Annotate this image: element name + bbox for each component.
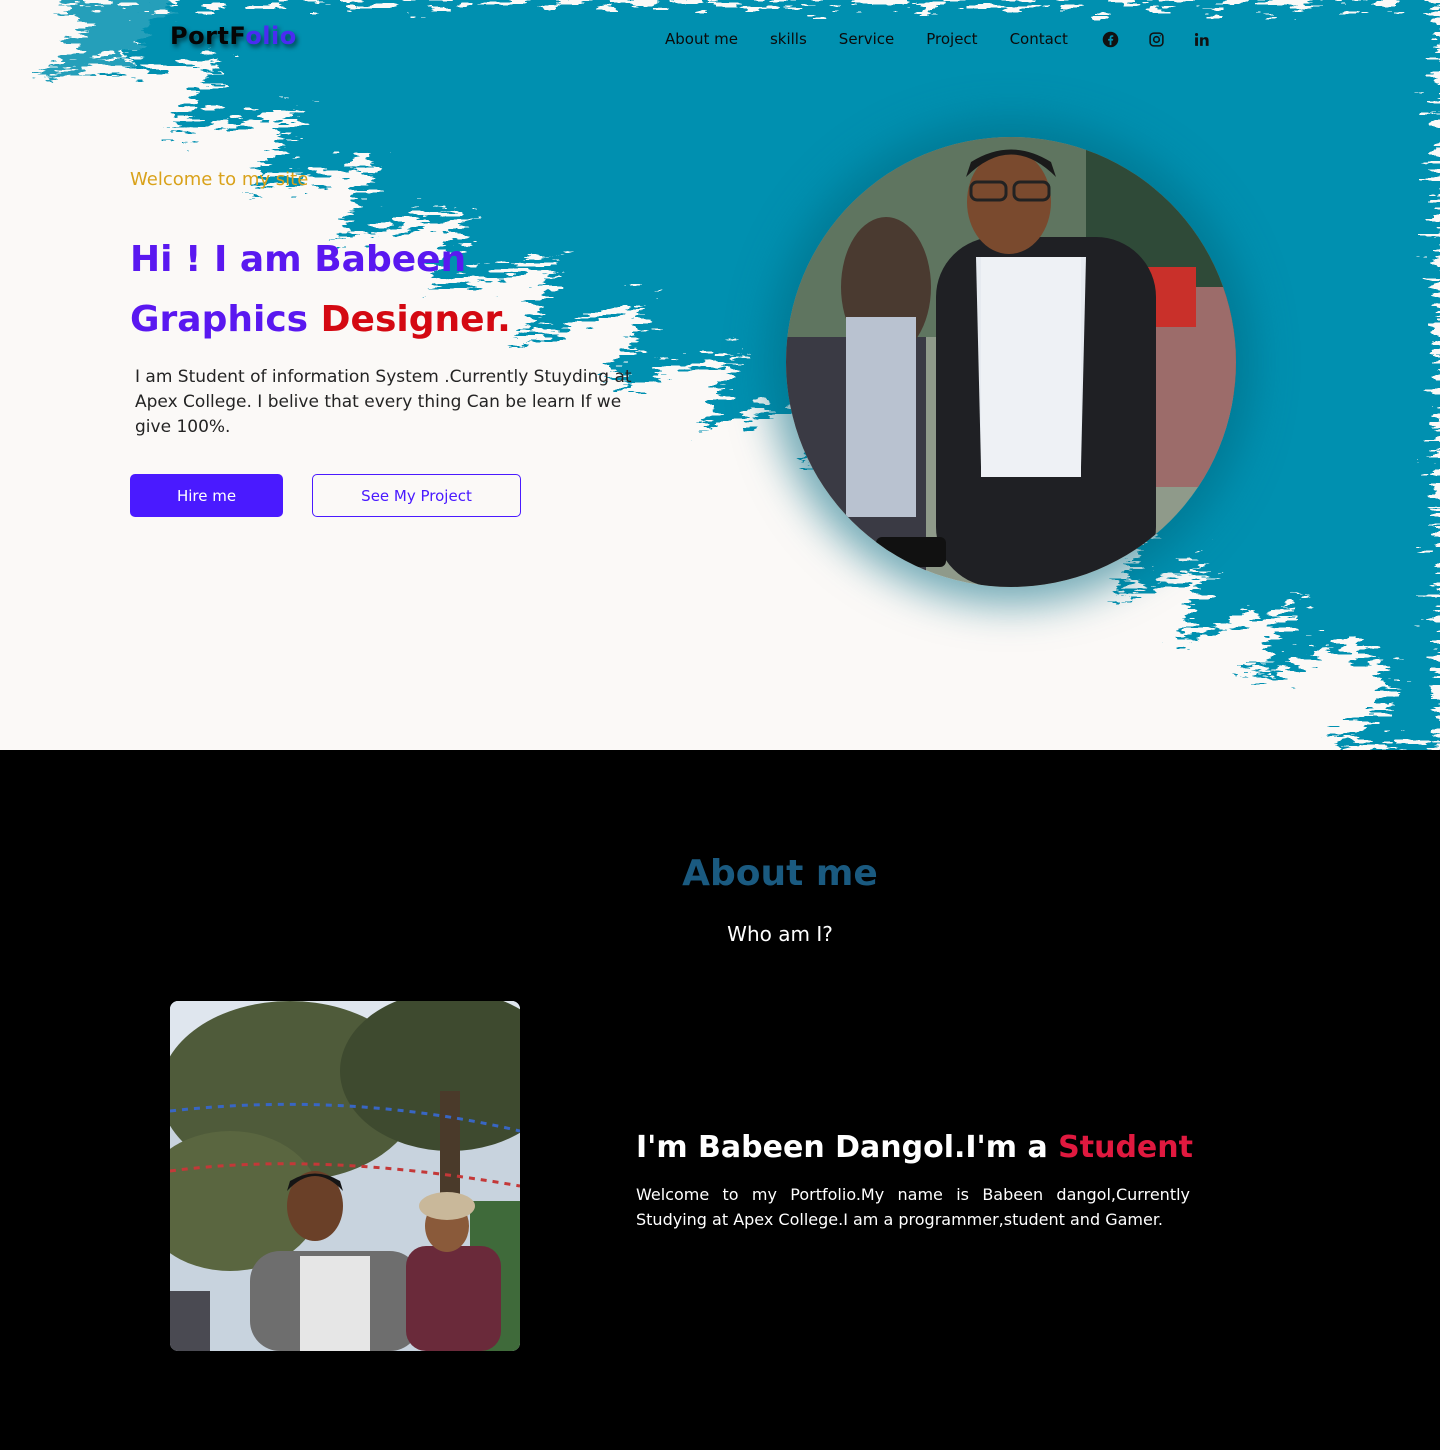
about-subtitle: Who am I? [727, 922, 833, 946]
nav-link-project[interactable]: Project [926, 30, 977, 48]
see-my-project-button[interactable]: See My Project [312, 474, 521, 517]
about-title: About me [682, 853, 878, 894]
nav-link-service[interactable]: Service [839, 30, 894, 48]
hero-headline: Hi ! I am Babeen Graphics Designer. [130, 230, 511, 350]
facebook-icon[interactable] [1100, 29, 1120, 49]
about-heading-prefix: I'm Babeen Dangol.I'm a [636, 1130, 1059, 1165]
instagram-icon[interactable] [1146, 29, 1166, 49]
welcome-text: Welcome to my site [130, 169, 309, 190]
nav-link-skills[interactable]: skills [770, 30, 807, 48]
navbar: PortFolio About me skills Service Projec… [0, 0, 1440, 80]
about-section: About me Who am I? I'm Babeen Dangol.I'm… [0, 750, 1440, 1450]
hero-section: PortFolio About me skills Service Projec… [0, 0, 1440, 750]
hero-intro: I am Student of information System .Curr… [135, 367, 632, 437]
headline-line-2: Graphics Designer. [130, 290, 511, 350]
site-logo[interactable]: PortFolio [170, 22, 297, 50]
nav-link-about[interactable]: About me [665, 30, 738, 48]
about-heading: I'm Babeen Dangol.I'm a Student [636, 1130, 1193, 1165]
about-heading-accent: Student [1058, 1130, 1193, 1165]
about-photo [170, 1001, 520, 1351]
hire-me-button[interactable]: Hire me [130, 474, 283, 517]
nav-links: About me skills Service Project Contact [665, 30, 1068, 48]
logo-part-2: olio [245, 22, 297, 50]
headline-line-1: Hi ! I am Babeen [130, 239, 467, 280]
linkedin-icon[interactable] [1191, 29, 1211, 49]
nav-link-contact[interactable]: Contact [1010, 30, 1068, 48]
logo-part-1: PortF [170, 22, 246, 50]
headline-role-part-1: Graphics [130, 299, 321, 340]
headline-role-part-2: Designer. [320, 299, 511, 340]
about-description: Welcome to my Portfolio.My name is Babee… [636, 1185, 1190, 1229]
profile-photo [786, 137, 1236, 587]
